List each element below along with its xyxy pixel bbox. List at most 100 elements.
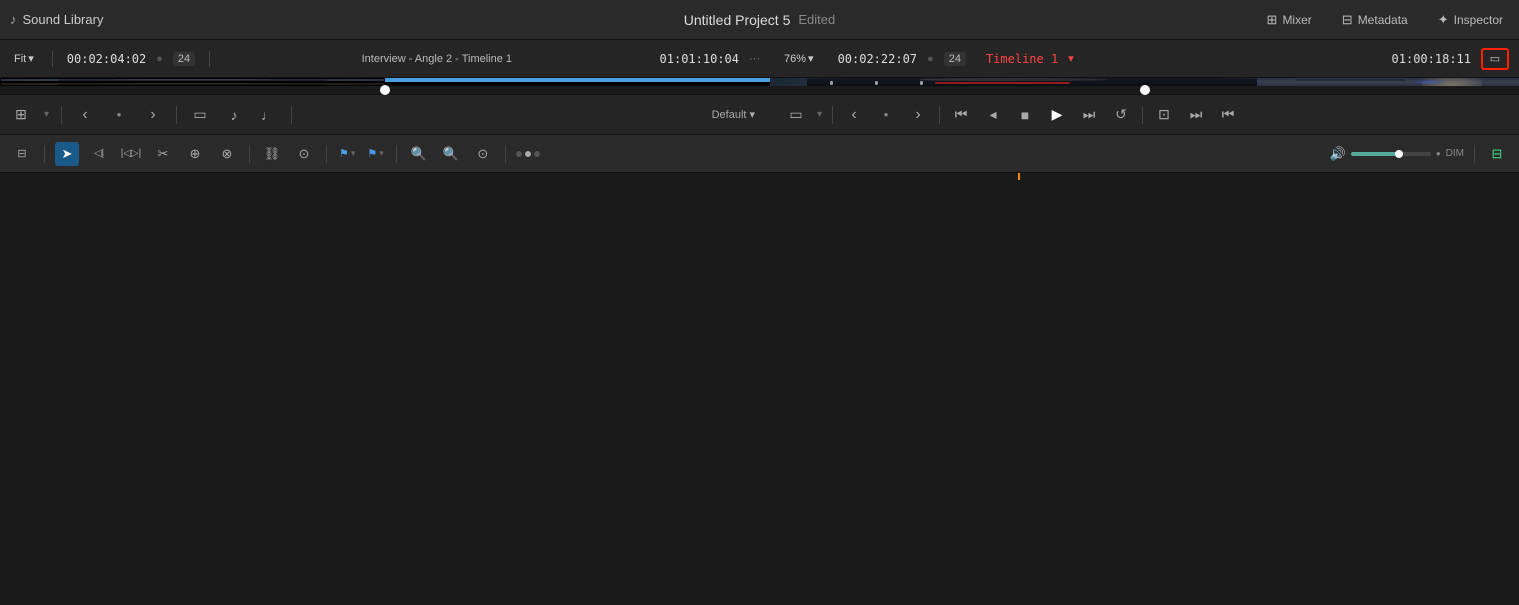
panels-row: Fit ▾ 00:02:04:02 ● 24 Interview - Angle… (0, 40, 1519, 94)
audio-meter-button[interactable]: ⊟ (1485, 142, 1509, 166)
jog-next-button[interactable]: › (907, 104, 929, 126)
loop-button[interactable]: ↺ (1110, 104, 1132, 126)
zoom-out-button[interactable]: 🔍 (439, 142, 463, 166)
blade-icon: ✂ (158, 146, 169, 162)
dim-label[interactable]: DIM (1446, 148, 1464, 159)
mixer-button[interactable]: ⊞ Mixer (1261, 9, 1318, 31)
zoom-fit-button[interactable]: ⊙ (471, 142, 495, 166)
fullscreen-icon: ▭ (1490, 52, 1500, 65)
default-dropdown[interactable]: Default ▾ (707, 106, 760, 123)
jog-mark-button[interactable]: ● (875, 104, 897, 126)
end-skip-button[interactable]: ⏭ (1185, 104, 1207, 126)
left-column: Fit ▾ 00:02:04:02 ● 24 Interview - Angle… (0, 40, 770, 94)
more-options-button[interactable]: ··· (749, 53, 760, 65)
play-button[interactable]: ▶ (1046, 104, 1068, 126)
overwrite-button[interactable]: ⊗ (215, 142, 239, 166)
zoom-percent-dropdown[interactable]: 76% ▾ (780, 50, 818, 67)
note-button[interactable]: ♩ (257, 104, 279, 126)
trim-both-button[interactable]: |◁▷| (119, 142, 143, 166)
right-column: 76% ▾ 00:02:22:07 ● 24 Timeline 1 ▾ 01:0… (770, 40, 1519, 94)
flag-dropdown[interactable]: ⚑ ▾ (337, 145, 357, 162)
music-icon: ♪ (10, 12, 17, 27)
timeline-settings-button[interactable]: ⊟ (10, 142, 34, 166)
skip-start-icon: ⏮ (955, 106, 968, 123)
fit-dropdown[interactable]: Fit ▾ (10, 50, 38, 67)
skip-forward-button[interactable]: ⏭ (1078, 104, 1100, 126)
insert-icon: ⊕ (190, 146, 201, 162)
loop-icon: ↺ (1115, 106, 1127, 123)
left-playhead-knob[interactable] (380, 85, 390, 95)
right-playhead-time: 01:00:18:11 (1392, 52, 1471, 66)
multicam-layout-button[interactable]: ⊞ (10, 104, 32, 126)
flag-chevron-icon: ▾ (351, 148, 356, 159)
crop-icon: ⊡ (1158, 106, 1170, 123)
audio-multicam-button[interactable]: ♪ (223, 104, 245, 126)
volume-slider[interactable] (1351, 152, 1431, 156)
left-playback-controls: ⊞ ▾ ‹ ● › ▭ ♪ ♩ Default ▾ (0, 94, 770, 134)
select-icon: ➤ (62, 146, 73, 162)
step-back-button[interactable]: ◂ (982, 104, 1004, 126)
marker-dropdown[interactable]: ⚑ ▾ (365, 145, 385, 162)
sound-library-label[interactable]: Sound Library (23, 12, 104, 27)
prev-cut-button[interactable]: ‹ (74, 104, 96, 126)
viewer-chevron-icon: ▾ (817, 109, 822, 120)
fullscreen-button[interactable]: ▭ (1481, 48, 1509, 70)
left-playhead-time: 01:01:10:04 (660, 52, 739, 66)
link-icon: ⛓ (264, 146, 281, 162)
skip-fwd-icon: ⏭ (1083, 106, 1096, 123)
start-icon: ⏮ (1222, 106, 1235, 123)
right-playhead-knob[interactable] (1140, 85, 1150, 95)
skip-to-start-button[interactable]: ⏮ (950, 104, 972, 126)
select-tool-button[interactable]: ➤ (55, 142, 79, 166)
timeline-chevron-icon: ▾ (1068, 52, 1074, 65)
trim-both-icon: |◁▷| (121, 148, 142, 159)
mixer-icon: ⊞ (1267, 12, 1278, 28)
crop-button[interactable]: ⊡ (1153, 104, 1175, 126)
timeline-bar[interactable] (0, 172, 1519, 180)
fit-chevron-icon: ▾ (28, 52, 34, 65)
play-icon: ▶ (1052, 106, 1063, 123)
flag-icon: ⚑ (339, 147, 349, 160)
right-fps-badge: 24 (944, 52, 966, 66)
inspector-icon: ✦ (1438, 12, 1449, 28)
zoom-dot-2[interactable] (525, 151, 531, 157)
overwrite-icon: ⊗ (222, 146, 233, 162)
clip-name-label: Interview - Angle 2 - Timeline 1 (224, 53, 649, 65)
volume-knob[interactable] (1395, 150, 1403, 158)
link-button[interactable]: ⛓ (260, 142, 284, 166)
settings-icon: ⊟ (17, 147, 26, 160)
monitor-view-button[interactable]: ▭ (189, 104, 211, 126)
toolbar-separator-2 (249, 145, 250, 163)
stop-button[interactable]: ■ (1014, 104, 1036, 126)
bottom-toolbar: ⊟ ➤ ◁| |◁▷| ✂ ⊕ ⊗ ⛓ ⊙ ⚑ ▾ ⚑ ▾ 🔍 🔍 ⊙ (0, 134, 1519, 172)
snapping-button[interactable]: ⊙ (292, 142, 316, 166)
viewer-mode-button[interactable]: ▭ (785, 104, 807, 126)
edited-badge: Edited (798, 12, 835, 27)
trim-left-button[interactable]: ◁| (87, 142, 111, 166)
top-bar-center: Untitled Project 5 Edited (684, 12, 835, 28)
metadata-button[interactable]: ⊟ Metadata (1336, 9, 1414, 31)
timeline-playhead[interactable] (1018, 173, 1020, 180)
dim-dot: ● (1436, 149, 1441, 158)
insert-button[interactable]: ⊕ (183, 142, 207, 166)
zoom-dot-3[interactable] (534, 151, 540, 157)
volume-area: 🔊 ● DIM (1330, 146, 1464, 162)
right-timecode: 00:02:22:07 (838, 52, 917, 66)
next-cut-button[interactable]: › (142, 104, 164, 126)
jog-prev-button[interactable]: ‹ (843, 104, 865, 126)
toolbar-separator-3 (326, 145, 327, 163)
inspector-button[interactable]: ✦ Inspector (1432, 9, 1509, 31)
marker-icon: ⚑ (367, 147, 377, 160)
start-skip-button[interactable]: ⏮ (1217, 104, 1239, 126)
zoom-in-button[interactable]: 🔍 (407, 142, 431, 166)
audio-icon: ♪ (231, 107, 238, 123)
toolbar-separator-1 (44, 145, 45, 163)
zoom-chevron-icon: ▾ (808, 52, 814, 65)
next-cut-icon: › (150, 106, 155, 124)
zoom-dot-1[interactable] (516, 151, 522, 157)
mark-button[interactable]: ● (108, 104, 130, 126)
zoom-in-icon: 🔍 (411, 146, 427, 162)
blade-button[interactable]: ✂ (151, 142, 175, 166)
zoom-indicator (516, 151, 540, 157)
top-bar-right: ⊞ Mixer ⊟ Metadata ✦ Inspector (1261, 9, 1509, 31)
